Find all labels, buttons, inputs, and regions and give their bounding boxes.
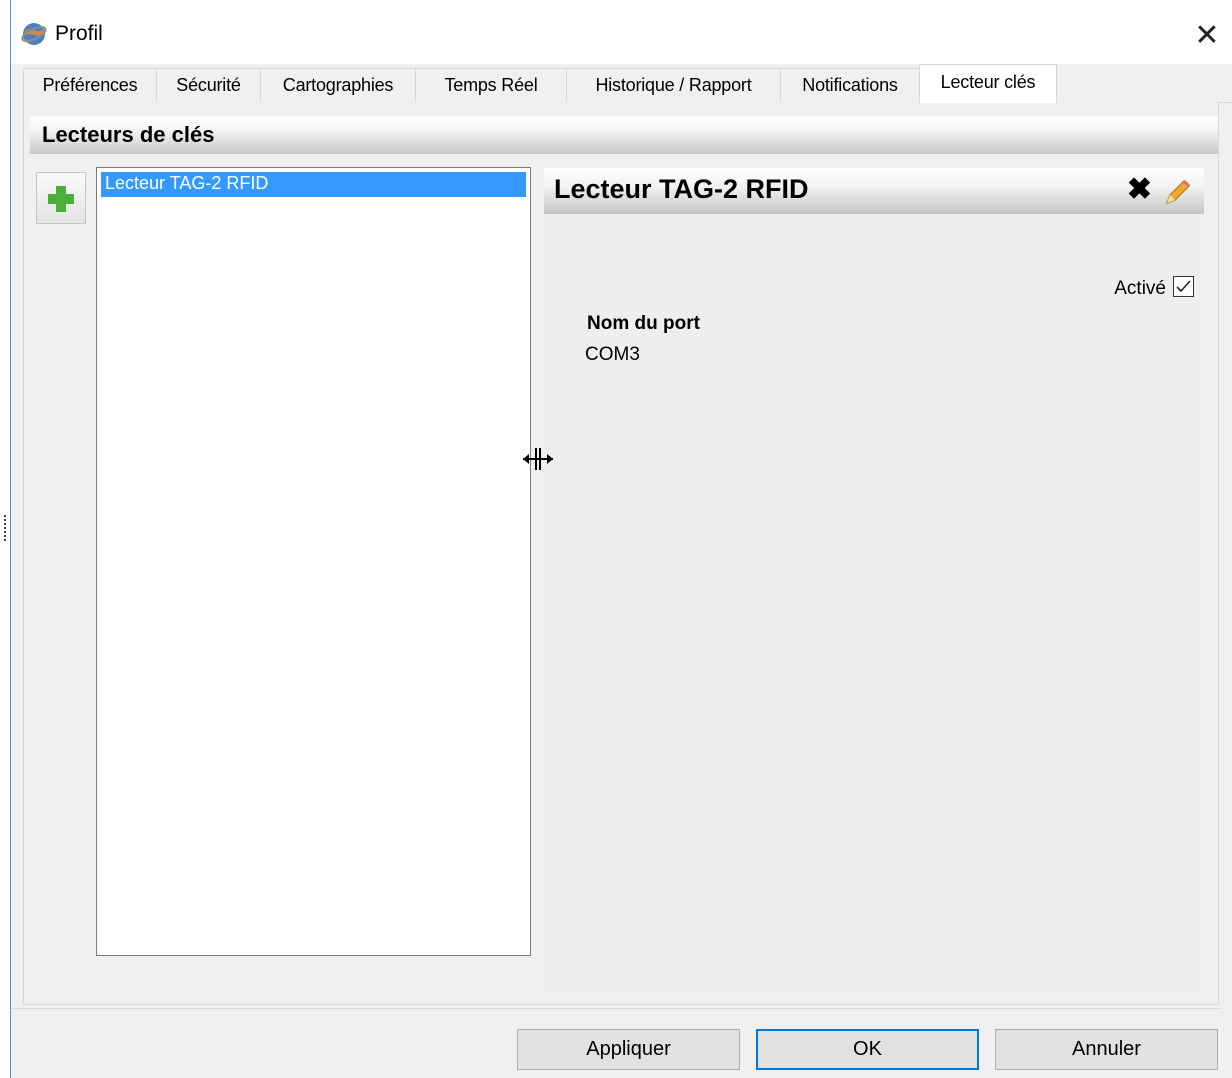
resize-cursor-icon	[523, 448, 553, 470]
detail-title: Lecteur TAG-2 RFID	[554, 174, 809, 204]
section-header: Lecteurs de clés	[30, 116, 1218, 154]
ok-button[interactable]: OK	[756, 1029, 979, 1070]
reader-detail-panel: Lecteur TAG-2 RFID ✖ Activé Nom du port …	[544, 168, 1204, 992]
tab-notifications[interactable]: Notifications	[780, 68, 920, 102]
pencil-icon[interactable]	[1162, 176, 1194, 208]
active-checkbox[interactable]	[1173, 276, 1194, 297]
cancel-button[interactable]: Annuler	[995, 1029, 1218, 1070]
active-label: Activé	[1114, 278, 1166, 299]
resize-grip	[4, 515, 8, 541]
tab-securite[interactable]: Sécurité	[156, 68, 261, 102]
tab-strip: Préférences Sécurité Cartographies Temps…	[23, 64, 1232, 103]
apply-button[interactable]: Appliquer	[517, 1029, 740, 1070]
port-name-label: Nom du port	[587, 313, 700, 334]
close-button[interactable]: ✕	[1182, 10, 1232, 60]
footer-divider	[11, 1008, 1222, 1009]
checkmark-icon	[1176, 280, 1191, 293]
tab-temps-reel[interactable]: Temps Réel	[415, 68, 567, 102]
tab-historique-rapport[interactable]: Historique / Rapport	[566, 68, 781, 102]
tab-lecteur-cles[interactable]: Lecteur clés	[919, 64, 1057, 103]
plus-icon	[48, 186, 74, 212]
reader-list[interactable]: Lecteur TAG-2 RFID	[96, 167, 531, 956]
port-name-value: COM3	[585, 344, 640, 365]
delete-icon[interactable]: ✖	[1127, 172, 1152, 207]
section-title: Lecteurs de clés	[42, 122, 215, 147]
list-item[interactable]: Lecteur TAG-2 RFID	[101, 172, 526, 197]
tab-cartographies[interactable]: Cartographies	[260, 68, 416, 102]
title-bar: Profil ✕	[11, 0, 1232, 64]
detail-header: Lecteur TAG-2 RFID ✖	[544, 168, 1204, 214]
tab-preferences[interactable]: Préférences	[23, 68, 157, 102]
window-title: Profil	[55, 22, 103, 45]
globe-icon	[21, 23, 47, 45]
close-icon: ✕	[1194, 18, 1220, 52]
add-reader-button[interactable]	[36, 172, 86, 224]
